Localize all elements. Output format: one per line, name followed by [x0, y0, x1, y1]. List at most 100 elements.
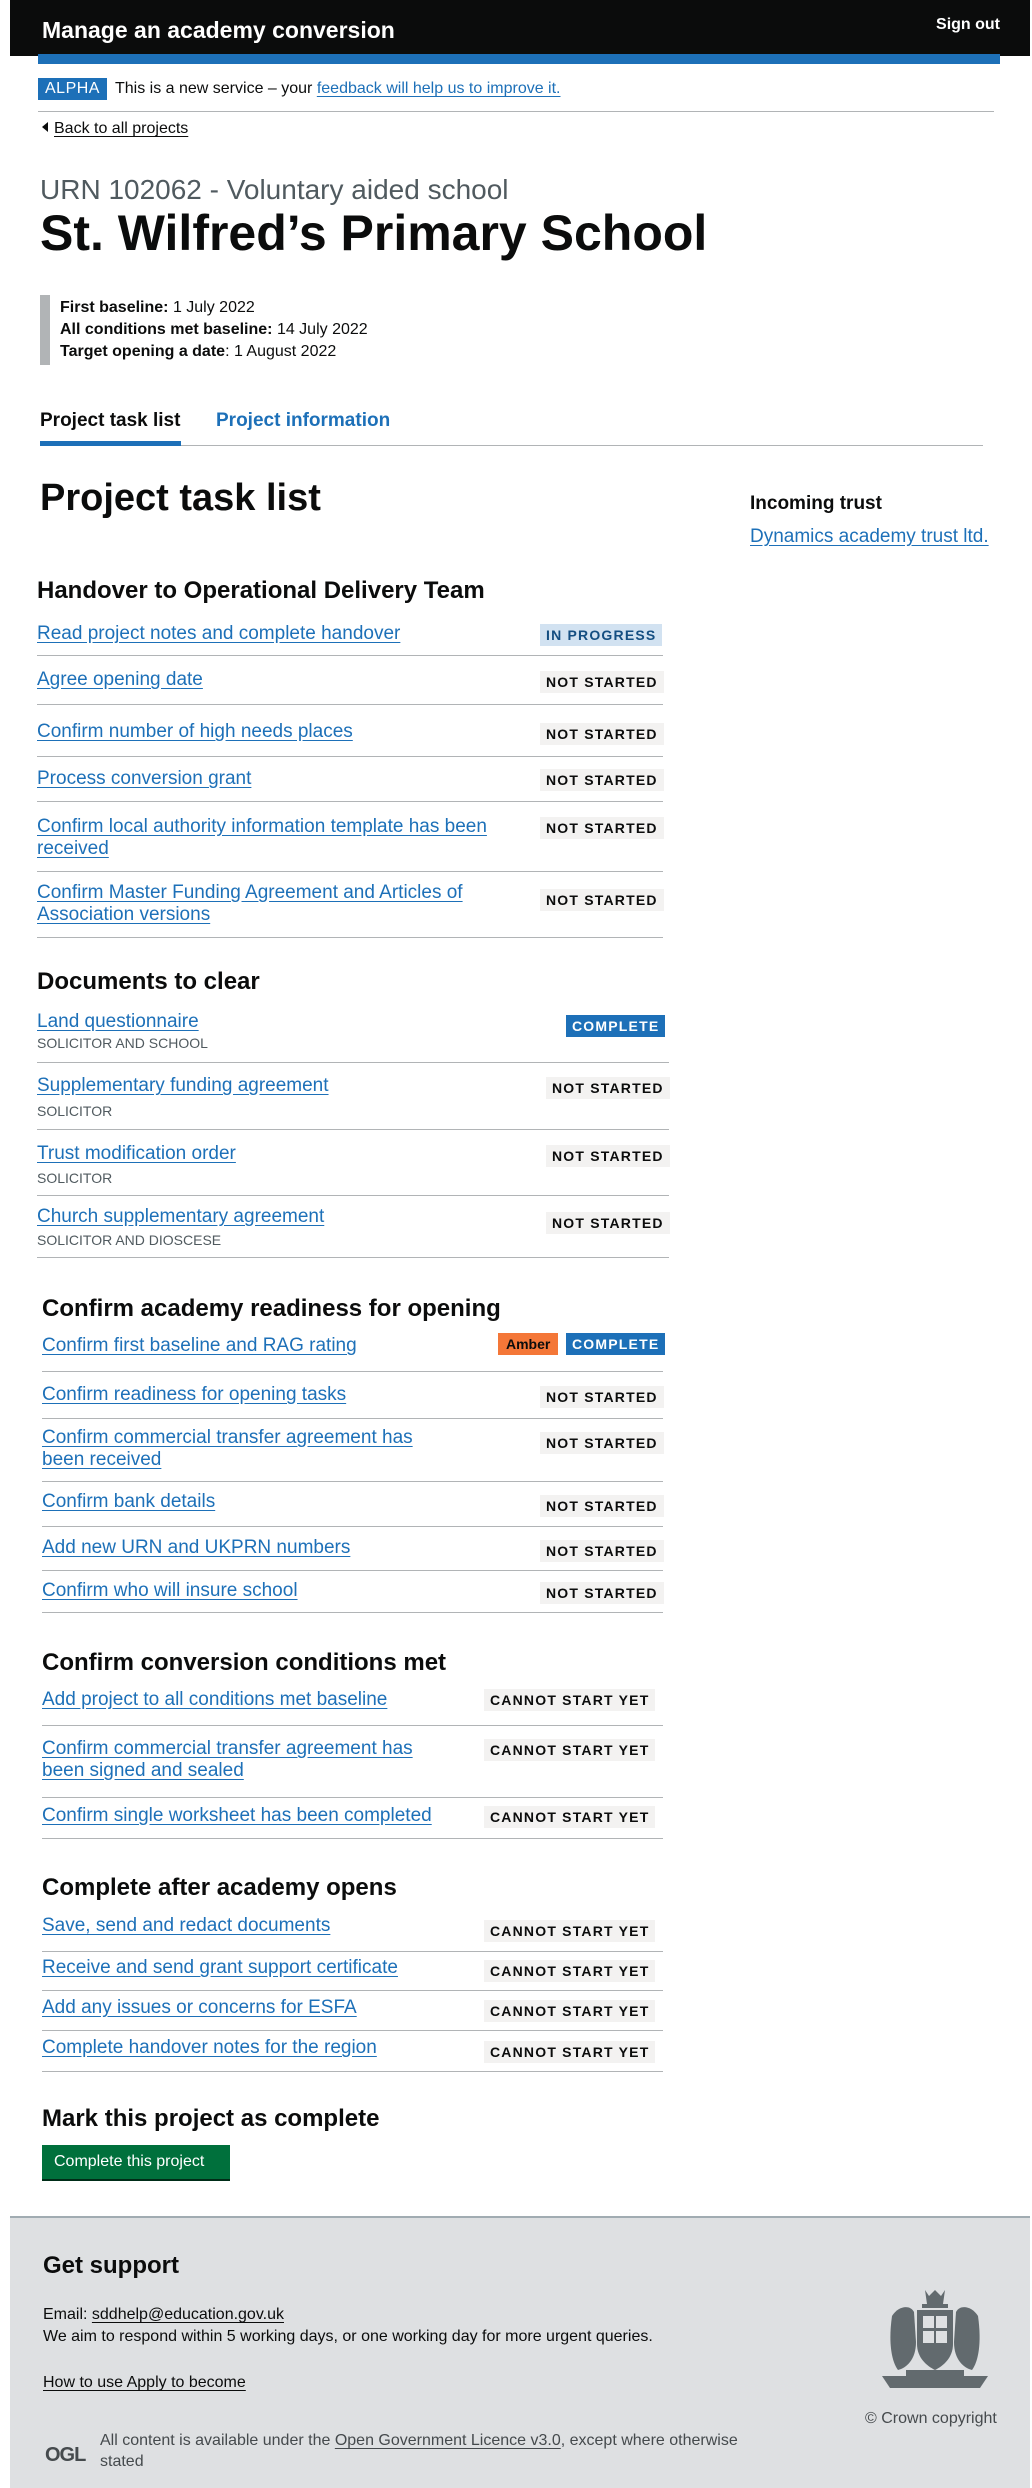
task-divider: [42, 1371, 663, 1372]
task-link[interactable]: Confirm single worksheet has been comple…: [42, 1805, 432, 1827]
incoming-trust-title: Incoming trust: [750, 493, 882, 514]
status-tag: CANNOT START YET: [484, 1920, 656, 1942]
task-divider: [42, 1838, 663, 1839]
section-title: Confirm conversion conditions met: [42, 1649, 447, 1676]
section-title: Handover to Operational Delivery Team: [37, 577, 485, 604]
task-hint: SOLICITOR: [37, 1103, 113, 1119]
licence-text: All content is available under the Open …: [100, 2430, 740, 2472]
task-divider: [42, 1951, 663, 1952]
response-time-text: We aim to respond within 5 working days,…: [43, 2328, 653, 2345]
status-tag: NOT STARTED: [540, 1540, 664, 1562]
task-link[interactable]: Supplementary funding agreement: [37, 1075, 329, 1097]
task-link[interactable]: Agree opening date: [37, 669, 477, 691]
first-baseline-label: First baseline:: [60, 299, 169, 316]
phase-banner-text: This is a new service – your: [114, 80, 313, 97]
task-divider: [42, 2030, 663, 2031]
target-opening-value: : 1 August 2022: [225, 343, 337, 360]
task-divider: [42, 1526, 663, 1527]
phase-banner: ALPHA This is a new service – your feedba…: [38, 78, 994, 112]
tab-project-task-list[interactable]: Project task list: [40, 410, 180, 432]
service-name[interactable]: Manage an academy conversion: [42, 17, 395, 44]
section-title: Complete after academy opens: [42, 1874, 397, 1901]
task-link[interactable]: Process conversion grant: [37, 768, 477, 790]
crown-copyright-link[interactable]: © Crown copyright: [865, 2410, 997, 2428]
footer: Get support Email: sddhelp@education.gov…: [10, 2216, 1030, 2488]
open-government-licence-link[interactable]: Open Government Licence v3.0: [335, 2432, 561, 2449]
status-tag: NOT STARTED: [540, 1582, 664, 1604]
task-link[interactable]: Confirm who will insure school: [42, 1580, 298, 1602]
task-link[interactable]: Church supplementary agreement: [37, 1206, 324, 1228]
header: Manage an academy conversion Sign out: [10, 0, 1030, 56]
task-divider: [37, 1062, 669, 1063]
task-link[interactable]: Add any issues or concerns for ESFA: [42, 1997, 357, 2019]
mark-complete-title: Mark this project as complete: [42, 2105, 380, 2132]
task-divider: [42, 1990, 663, 1991]
task-divider: [42, 1797, 663, 1798]
task-link[interactable]: Confirm bank details: [42, 1491, 215, 1513]
task-divider: [37, 1195, 669, 1196]
status-tag: CANNOT START YET: [484, 1689, 656, 1711]
alpha-tag: ALPHA: [38, 78, 107, 100]
status-tag: CANNOT START YET: [484, 2041, 656, 2063]
status-tag: NOT STARTED: [540, 769, 664, 791]
support-email-link[interactable]: sddhelp@education.gov.uk: [92, 2306, 284, 2323]
back-link[interactable]: Back to all projects: [54, 120, 188, 137]
task-hint: SOLICITOR: [37, 1170, 113, 1186]
page-heading: Project task list: [40, 477, 321, 519]
section-title: Confirm academy readiness for opening: [42, 1295, 501, 1322]
project-title: St. Wilfred’s Primary School: [40, 205, 708, 261]
first-baseline-value: 1 July 2022: [172, 299, 255, 316]
task-link[interactable]: Save, send and redact documents: [42, 1915, 330, 1937]
get-support-title: Get support: [43, 2252, 179, 2279]
status-tag: NOT STARTED: [540, 723, 664, 745]
status-tag: CANNOT START YET: [484, 1739, 656, 1761]
ogl-logo: OGL: [45, 2444, 86, 2466]
status-tag: NOT STARTED: [546, 1077, 670, 1099]
status-tag: CANNOT START YET: [484, 1960, 656, 1982]
conditions-baseline-value: 14 July 2022: [276, 321, 368, 338]
tab-project-information[interactable]: Project information: [216, 410, 390, 432]
sub-navigation: Project task list Project information: [40, 408, 983, 446]
incoming-trust-link[interactable]: Dynamics academy trust ltd.: [750, 526, 989, 548]
task-divider: [37, 655, 663, 656]
task-link[interactable]: Trust modification order: [37, 1143, 236, 1165]
task-link[interactable]: Land questionnaire: [37, 1011, 199, 1033]
status-tag: NOT STARTED: [546, 1212, 670, 1234]
task-link[interactable]: Confirm first baseline and RAG rating: [42, 1335, 357, 1357]
feedback-link[interactable]: feedback will help us to improve it.: [317, 80, 561, 97]
baseline-inset: First baseline: 1 July 2022 All conditio…: [40, 295, 440, 365]
task-link[interactable]: Complete handover notes for the region: [42, 2037, 377, 2059]
status-tag: NOT STARTED: [540, 1432, 664, 1454]
task-link[interactable]: Add project to all conditions met baseli…: [42, 1689, 387, 1711]
status-tag: CANNOT START YET: [484, 2000, 656, 2022]
how-to-use-link[interactable]: How to use Apply to become: [43, 2374, 246, 2392]
task-link[interactable]: Receive and send grant support certifica…: [42, 1957, 398, 1979]
complete-project-button[interactable]: Complete this project: [42, 2145, 230, 2179]
task-divider: [37, 1129, 669, 1130]
task-divider: [42, 1481, 663, 1482]
task-link[interactable]: Read project notes and complete handover: [37, 623, 477, 645]
status-tag: CANNOT START YET: [484, 1806, 656, 1828]
sign-out-link[interactable]: Sign out: [936, 16, 1000, 34]
email-label: Email:: [43, 2306, 88, 2323]
status-tag: NOT STARTED: [540, 671, 664, 693]
royal-crest-icon: [882, 2290, 988, 2388]
task-divider: [37, 801, 663, 802]
task-divider: [42, 1418, 663, 1419]
task-divider: [37, 1257, 669, 1258]
header-blue-bar: [38, 54, 1000, 64]
conditions-baseline-label: All conditions met baseline:: [60, 321, 273, 338]
task-divider: [37, 756, 663, 757]
task-link[interactable]: Confirm commercial transfer agreement ha…: [42, 1427, 442, 1471]
task-link[interactable]: Confirm commercial transfer agreement ha…: [42, 1738, 442, 1782]
task-link[interactable]: Add new URN and UKPRN numbers: [42, 1537, 350, 1559]
task-link[interactable]: Confirm local authority information temp…: [37, 816, 517, 860]
task-link[interactable]: Confirm Master Funding Agreement and Art…: [37, 882, 517, 926]
task-link[interactable]: Confirm readiness for opening tasks: [42, 1384, 346, 1406]
back-link-container: Back to all projects: [42, 120, 188, 138]
task-link[interactable]: Confirm number of high needs places: [37, 721, 477, 743]
task-hint: SOLICITOR AND DIOSCESE: [37, 1232, 222, 1248]
task-divider: [42, 1725, 663, 1726]
task-hint: SOLICITOR AND SCHOOL: [37, 1035, 208, 1051]
back-arrow-icon: [42, 122, 48, 132]
